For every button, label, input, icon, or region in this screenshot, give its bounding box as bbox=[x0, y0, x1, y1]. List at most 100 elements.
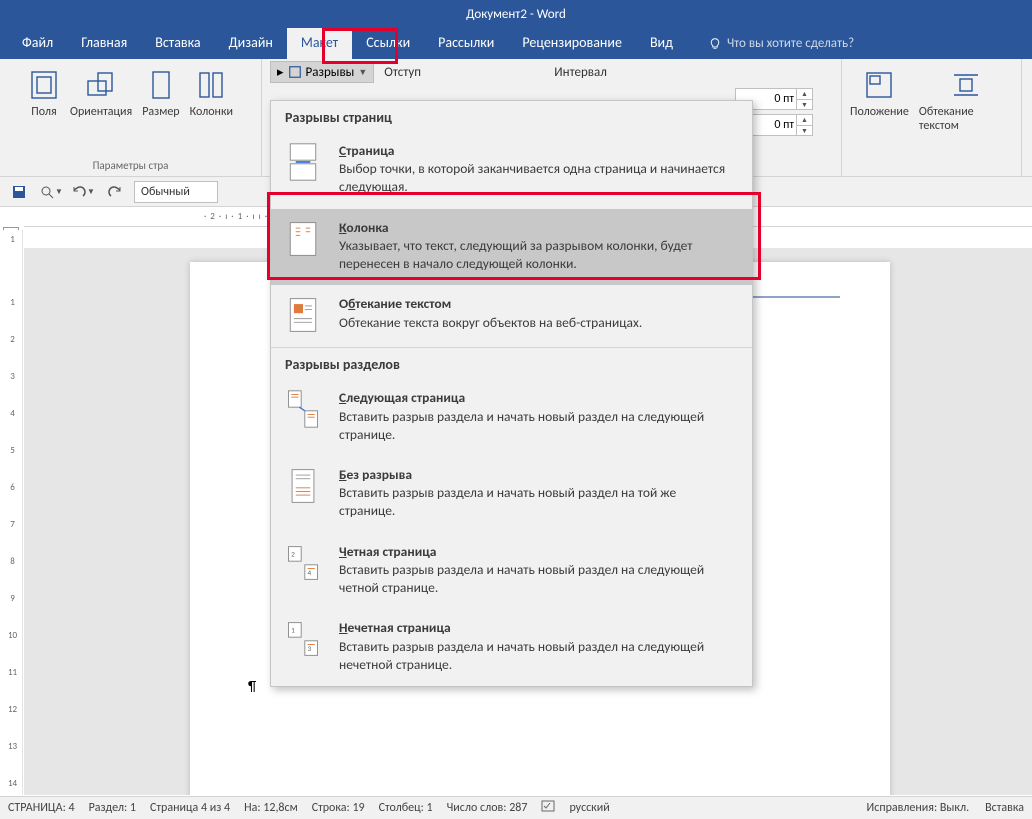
svg-text:1: 1 bbox=[291, 626, 295, 635]
dd-item-textwrap[interactable]: Обтекание текстомОбтекание текста вокруг… bbox=[271, 285, 752, 347]
dd-item-continuous-title: Без разрыва bbox=[339, 466, 734, 484]
dd-item-continuous-desc: Вставить разрыв раздела и начать новый р… bbox=[339, 484, 676, 519]
up-arrow-icon[interactable]: ▲ bbox=[797, 115, 812, 125]
tab-mailings[interactable]: Рассылки bbox=[424, 28, 508, 59]
tab-home[interactable]: Главная bbox=[67, 28, 141, 59]
textwrap-break-icon bbox=[285, 295, 321, 335]
vruler-tick: 2 bbox=[10, 334, 15, 345]
dd-section-sections: Разрывы разделов bbox=[271, 348, 752, 379]
columns-icon bbox=[195, 69, 227, 101]
undo-button[interactable]: ▼ bbox=[70, 180, 96, 204]
status-at[interactable]: На: 12,8см bbox=[244, 801, 298, 815]
position-icon bbox=[863, 69, 895, 101]
tab-layout[interactable]: Макет bbox=[287, 28, 352, 59]
column-break-icon bbox=[285, 219, 321, 259]
title-bar: Документ2 - Word bbox=[0, 0, 1032, 28]
margins-button[interactable]: Поля bbox=[28, 69, 60, 119]
margins-label: Поля bbox=[31, 105, 56, 119]
dd-item-column-title: Колонка bbox=[339, 219, 734, 237]
position-button[interactable]: Положение bbox=[850, 69, 909, 119]
dd-item-even-title: Четная страница bbox=[339, 543, 734, 561]
status-words[interactable]: Число слов: 287 bbox=[447, 801, 528, 815]
indent-label: Отступ bbox=[376, 61, 546, 84]
vruler-tick: 14 bbox=[8, 778, 17, 789]
tell-me[interactable]: Что вы хотите сделать? bbox=[699, 28, 864, 59]
tab-insert[interactable]: Вставка bbox=[141, 28, 214, 59]
group-page-setup: Поля Ориентация Размер Колонки Параметры… bbox=[0, 59, 262, 176]
down-arrow-icon[interactable]: ▼ bbox=[797, 125, 812, 136]
vruler-tick: 8 bbox=[10, 556, 15, 567]
dd-item-page-title: ССтраницатраница bbox=[339, 142, 734, 160]
up-arrow-icon[interactable]: ▲ bbox=[797, 89, 812, 99]
status-track[interactable]: Исправления: Выкл. bbox=[867, 801, 970, 815]
breaks-button[interactable]: ▸ Разрывы ▼ bbox=[270, 61, 374, 83]
vruler-tick: 5 bbox=[10, 445, 15, 456]
breaks-label: Разрывы bbox=[306, 65, 355, 80]
evenpage-break-icon: 24 bbox=[285, 543, 321, 583]
save-button[interactable] bbox=[6, 180, 32, 204]
tab-design[interactable]: Дизайн bbox=[215, 28, 287, 59]
columns-label: Колонки bbox=[190, 105, 233, 119]
bulb-icon bbox=[709, 38, 721, 50]
search-icon bbox=[39, 184, 55, 200]
margins-icon bbox=[28, 69, 60, 101]
dd-item-odd[interactable]: 13 Нечетная страницаВставить разрыв разд… bbox=[271, 609, 752, 686]
svg-text:3: 3 bbox=[308, 644, 312, 653]
status-pages[interactable]: Страница 4 из 4 bbox=[150, 801, 230, 815]
ribbon-tabs: Файл Главная Вставка Дизайн Макет Ссылки… bbox=[0, 28, 1032, 59]
spacing-before-value: 0 пт bbox=[774, 92, 794, 106]
status-lang[interactable]: русский bbox=[569, 801, 609, 815]
status-proof-icon[interactable] bbox=[541, 799, 555, 817]
status-bar: СТРАНИЦА: 4 Раздел: 1 Страница 4 из 4 На… bbox=[0, 796, 1032, 819]
columns-button[interactable]: Колонки bbox=[190, 69, 233, 119]
dd-item-page-desc: Выбор точки, в которой заканчивается одн… bbox=[339, 160, 725, 195]
vruler-tick: 1 bbox=[10, 297, 15, 308]
wrap-text-label: Обтекание текстом bbox=[919, 105, 1013, 133]
vruler-tick: 10 bbox=[8, 630, 17, 641]
vertical-ruler[interactable]: 1 1 2 3 4 5 6 7 8 9 10 11 12 13 14 bbox=[3, 230, 23, 795]
orientation-button[interactable]: Ориентация bbox=[70, 69, 132, 119]
dd-section-pages: Разрывы страниц bbox=[271, 101, 752, 132]
status-mode[interactable]: Вставка bbox=[985, 801, 1024, 815]
breaks-dropdown: Разрывы страниц ССтраницатраницаВыбор то… bbox=[270, 100, 753, 687]
status-section[interactable]: Раздел: 1 bbox=[89, 801, 136, 815]
undo-icon bbox=[71, 184, 87, 200]
down-arrow-icon[interactable]: ▼ bbox=[797, 99, 812, 110]
tab-file[interactable]: Файл bbox=[8, 28, 67, 59]
dd-item-textwrap-desc: Обтекание текста вокруг объектов на веб-… bbox=[339, 314, 642, 331]
dd-item-column[interactable]: КолонкаУказывает, что текст, следующий з… bbox=[271, 209, 752, 286]
save-icon bbox=[11, 184, 27, 200]
dd-item-continuous[interactable]: Без разрываВставить разрыв раздела и нач… bbox=[271, 456, 752, 533]
dd-item-odd-title: Нечетная страница bbox=[339, 619, 734, 637]
dd-item-nextpage[interactable]: Следующая страницаВставить разрыв раздел… bbox=[271, 379, 752, 456]
size-button[interactable]: Размер bbox=[142, 69, 179, 119]
spacing-after-value: 0 пт bbox=[774, 118, 794, 132]
redo-button[interactable] bbox=[102, 180, 128, 204]
vruler-tick: 12 bbox=[8, 704, 17, 715]
dd-item-even[interactable]: 24 Четная страницаВставить разрыв раздел… bbox=[271, 533, 752, 610]
wrap-text-icon bbox=[950, 69, 982, 101]
vruler-tick: 9 bbox=[10, 593, 15, 604]
status-col[interactable]: Столбец: 1 bbox=[379, 801, 433, 815]
breaks-icon bbox=[288, 65, 302, 79]
page-setup-group-label: Параметры стра bbox=[8, 156, 253, 176]
tab-view[interactable]: Вид bbox=[636, 28, 687, 59]
vruler-tick: 1 bbox=[10, 234, 15, 245]
dd-item-page[interactable]: ССтраницатраницаВыбор точки, в которой з… bbox=[271, 132, 752, 209]
dd-item-nextpage-desc: Вставить разрыв раздела и начать новый р… bbox=[339, 408, 704, 443]
dd-item-nextpage-title: Следующая страница bbox=[339, 389, 734, 407]
size-label: Размер bbox=[142, 105, 179, 119]
style-selector[interactable]: Обычный bbox=[134, 181, 218, 203]
page-break-icon bbox=[285, 142, 321, 182]
vruler-tick: 4 bbox=[10, 408, 15, 419]
dd-item-column-desc: Указывает, что текст, следующий за разры… bbox=[339, 237, 693, 272]
status-page[interactable]: СТРАНИЦА: 4 bbox=[8, 801, 75, 815]
style-selector-value: Обычный bbox=[141, 185, 190, 199]
vruler-tick: 13 bbox=[8, 741, 17, 752]
nextpage-break-icon bbox=[285, 389, 321, 429]
find-button[interactable]: ▼ bbox=[38, 180, 64, 204]
tab-references[interactable]: Ссылки bbox=[352, 28, 424, 59]
tab-review[interactable]: Рецензирование bbox=[508, 28, 636, 59]
wrap-text-button[interactable]: Обтекание текстом bbox=[919, 69, 1013, 133]
status-line[interactable]: Строка: 19 bbox=[312, 801, 365, 815]
